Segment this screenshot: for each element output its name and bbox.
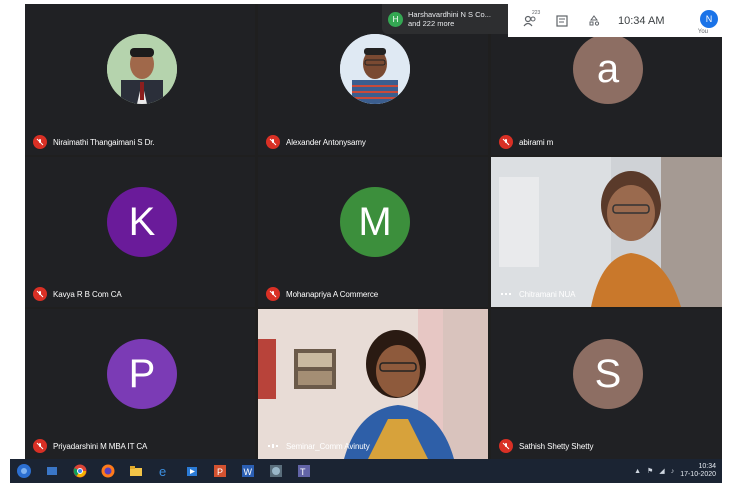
meeting-clock: 10:34 AM <box>618 14 665 27</box>
system-tray: ▲ ⚑ ◢ ♪ 10:34 17-10-2020 <box>634 459 716 483</box>
windows-logo-icon <box>17 464 31 478</box>
notification-line-1: Harshavardhini N S Co... <box>408 10 491 19</box>
taskbar-app-firefox[interactable] <box>98 462 118 480</box>
participant-tile[interactable]: Niraimathi Thangaimani S Dr. <box>25 4 255 155</box>
participant-name-row: Seminar_Comm Avinuty <box>266 439 370 453</box>
notification-line-2: and 222 more <box>408 19 455 28</box>
flag-icon[interactable]: ⚑ <box>647 467 653 475</box>
meeting-grid: Niraimathi Thangaimani S Dr. Alexander A… <box>25 4 722 459</box>
shapes-icon <box>589 14 600 26</box>
chrome-icon <box>73 464 87 478</box>
notification-text: Harshavardhini N S Co... and 222 more <box>408 10 491 28</box>
participant-name: Sathish Shetty Shetty <box>519 441 594 451</box>
participant-name-row: abirami m <box>499 135 553 149</box>
mic-muted-icon <box>33 287 47 301</box>
taskbar-clock-time: 10:34 <box>698 463 716 470</box>
chat-icon <box>556 14 568 27</box>
participant-name-row: Priyadarshini M MBA IT CA <box>33 439 147 453</box>
start-button[interactable] <box>14 462 34 480</box>
participant-name: Chitramani NUA <box>519 289 576 299</box>
notification-avatar: H <box>388 11 403 27</box>
participant-name: Kavya R B Com CA <box>53 289 122 299</box>
mic-muted-icon <box>266 287 280 301</box>
teams-icon: T <box>298 465 310 477</box>
participants-button[interactable]: 223 <box>522 9 541 29</box>
firefox-icon <box>101 464 115 478</box>
participant-avatar: a <box>573 34 643 104</box>
network-icon[interactable]: ◢ <box>659 467 664 475</box>
powerpoint-icon: P <box>214 465 226 477</box>
people-icon <box>523 15 536 26</box>
search-icon <box>47 467 57 475</box>
file-explorer-icon <box>130 466 142 476</box>
participant-avatar: S <box>573 339 643 409</box>
activities-button[interactable] <box>586 13 602 29</box>
participant-photo <box>107 34 177 104</box>
taskbar-app-teams[interactable]: T <box>294 462 314 480</box>
taskbar-clock-date: 17-10-2020 <box>680 471 716 478</box>
participants-count-badge: 223 <box>532 9 541 16</box>
participant-video <box>258 309 488 459</box>
join-notification[interactable]: H Harshavardhini N S Co... and 222 more <box>382 4 514 34</box>
participant-tile[interactable]: M Mohanapriya A Commerce <box>258 157 488 307</box>
participant-name-row: Kavya R B Com CA <box>33 287 122 301</box>
participant-name-row: Mohanapriya A Commerce <box>266 287 378 301</box>
mic-muted-icon <box>499 439 513 453</box>
meeting-top-bar: 223 10:34 AM N You <box>508 4 722 37</box>
taskbar-app-word[interactable]: W <box>238 462 258 480</box>
chat-button[interactable] <box>554 13 570 29</box>
self-label: You <box>697 29 708 35</box>
participant-name-row: Alexander Antonysamy <box>266 135 366 149</box>
mic-muted-icon <box>33 135 47 149</box>
taskbar-app-media[interactable] <box>266 462 286 480</box>
participant-name: Alexander Antonysamy <box>286 137 366 147</box>
taskbar-app-edge[interactable]: e <box>154 462 174 480</box>
store-icon <box>187 467 197 476</box>
participant-photo <box>340 34 410 104</box>
participant-tile[interactable]: P Priyadarshini M MBA IT CA <box>25 309 255 459</box>
participant-name-row: Niraimathi Thangaimani S Dr. <box>33 135 155 149</box>
taskbar-app-chrome[interactable] <box>70 462 90 480</box>
svg-text:P: P <box>217 467 223 477</box>
taskbar-app-file-explorer[interactable] <box>126 462 146 480</box>
participant-name-row: Sathish Shetty Shetty <box>499 439 593 453</box>
speaking-indicator-icon <box>266 439 280 453</box>
chevron-up-icon[interactable]: ▲ <box>634 468 641 475</box>
media-icon <box>270 465 282 477</box>
word-icon: W <box>242 465 254 477</box>
search-button[interactable] <box>42 462 62 480</box>
participant-tile[interactable]: S Sathish Shetty Shetty <box>491 309 722 459</box>
edge-icon: e <box>159 464 166 478</box>
taskbar-app-store[interactable] <box>182 462 202 480</box>
windows-taskbar: e P W T ▲ ⚑ ◢ ♪ 10:34 17-10-2020 <box>10 459 722 483</box>
volume-icon[interactable]: ♪ <box>671 468 675 475</box>
svg-text:e: e <box>159 464 166 478</box>
participant-name: Niraimathi Thangaimani S Dr. <box>53 137 155 147</box>
taskbar-app-powerpoint[interactable]: P <box>210 462 230 480</box>
svg-text:T: T <box>300 467 306 477</box>
participant-video-tile[interactable]: Seminar_Comm Avinuty <box>258 309 488 459</box>
mic-muted-icon <box>499 135 513 149</box>
participant-avatar: M <box>340 187 410 257</box>
mic-muted-icon <box>266 135 280 149</box>
mic-muted-icon <box>33 439 47 453</box>
participant-video-tile[interactable]: Chitramani NUA <box>491 157 722 307</box>
participant-tile[interactable]: K Kavya R B Com CA <box>25 157 255 307</box>
participant-name: Mohanapriya A Commerce <box>286 289 379 299</box>
participant-name-row: Chitramani NUA <box>499 287 576 301</box>
desktop-screen: Niraimathi Thangaimani S Dr. Alexander A… <box>0 0 730 483</box>
participant-name: abirami m <box>519 137 554 147</box>
svg-text:W: W <box>244 467 253 477</box>
participant-avatar: P <box>107 339 177 409</box>
participant-name: Priyadarshini M MBA IT CA <box>53 441 148 451</box>
participant-avatar: K <box>107 187 177 257</box>
self-avatar[interactable]: N <box>700 10 718 28</box>
participant-video <box>491 157 722 307</box>
speaking-indicator-icon <box>499 287 513 301</box>
participant-name: Seminar_Comm Avinuty <box>286 441 370 451</box>
taskbar-clock[interactable]: 10:34 17-10-2020 <box>680 463 716 479</box>
